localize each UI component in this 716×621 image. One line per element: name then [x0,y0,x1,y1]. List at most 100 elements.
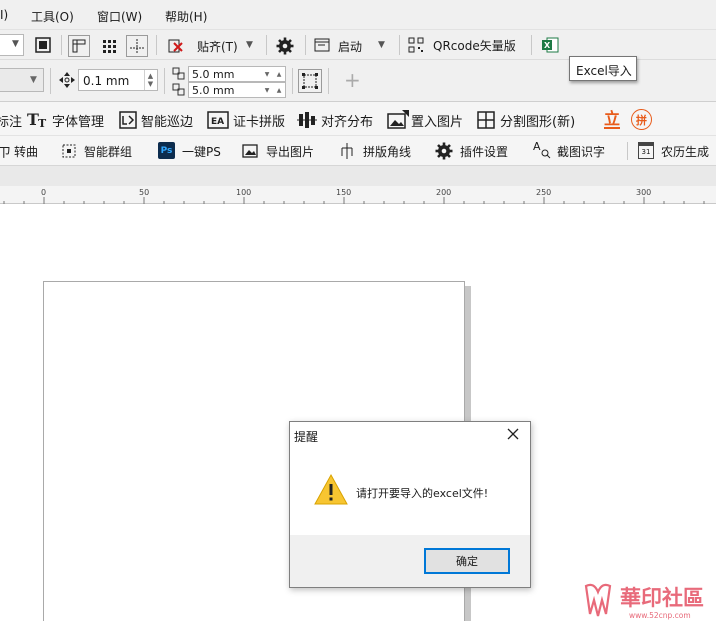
watermark-graphic: 華印社區 www.52cnp.com [584,583,704,620]
split-shape-button[interactable]: 分割图形(新) [500,111,575,130]
plugin-settings-button[interactable]: 插件设置 [460,143,508,160]
ruler-label: 150 [336,188,352,197]
font-manager-icon: TT [27,109,49,129]
separator [328,68,329,94]
warning-icon [314,473,348,507]
place-image-button[interactable]: 置入图片 [411,111,463,130]
ok-button[interactable]: 确定 [424,548,510,574]
snap-off-icon[interactable] [164,35,186,57]
plugin-settings-gear-icon [434,141,454,161]
calendar-icon: 31 [638,142,654,159]
align-distribute-icon [297,110,317,130]
separator [305,35,306,55]
chevron-down-icon[interactable]: ▼ [246,40,253,50]
imposition-icon[interactable]: 拼 [631,109,652,130]
outline-width-value: 0.1 mm [83,74,130,88]
ruler-label: 200 [436,188,452,197]
guidelines-icon[interactable] [126,35,148,57]
smart-trace-button[interactable]: 智能巡边 [141,111,193,130]
separator [399,35,400,55]
outline-width-input[interactable]: 0.1 mm ▲ ▼ [78,69,158,91]
svg-text:www.52cnp.com: www.52cnp.com [629,611,691,620]
dialog-message: 请打开要导入的excel文件! [356,487,489,500]
nudge-icon [58,71,76,89]
bounding-box-icon[interactable] [298,69,322,93]
smart-group-button[interactable]: 智能群组 [84,143,132,160]
reminder-dialog: 提醒 请打开要导入的excel文件! 确定 [289,421,531,588]
menu-bar: I) 工具(O) 窗口(W) 帮助(H) [0,0,716,30]
convert-to-curves-button[interactable]: 转曲 [14,143,38,160]
separator [627,142,628,160]
menu-item-partial[interactable]: I) [0,8,8,22]
id-card-icon: EA [207,110,229,129]
menu-item-help[interactable]: 帮助(H) [165,8,207,25]
ocr-icon: A [533,140,551,160]
outline-width-spinner[interactable]: ▲ ▼ [144,70,156,90]
excel-icon[interactable]: X [540,35,560,55]
svg-text:EA: EA [211,117,224,127]
offset-x-spinner[interactable]: ▼ [261,67,273,81]
grid-icon[interactable] [98,35,120,57]
ruler-label: 100 [236,188,252,197]
photoshop-icon: Ps [158,142,175,159]
qrcode-vector-button[interactable]: QRcode矢量版 [433,37,516,54]
export-image-button[interactable]: 导出图片 [266,143,314,160]
snap-to-menu[interactable]: 贴齐(T) [197,38,238,55]
offset-y-spinner[interactable]: ▼ [261,83,273,97]
export-image-icon [241,142,259,159]
ruler-label: 300 [636,188,652,197]
one-click-ps-button[interactable]: 一键PS [182,143,221,160]
zoom-combo[interactable]: ▼ [0,34,24,56]
full-screen-icon[interactable] [33,35,53,55]
rulers-icon[interactable] [68,35,90,57]
offset-y-value: 5.0 mm [192,84,235,97]
window-icon[interactable] [312,36,332,54]
annotate-button[interactable]: 标注 [0,111,22,130]
toolbar-gap [0,166,716,186]
separator [266,35,267,55]
font-manager-button[interactable]: 字体管理 [52,111,104,130]
menu-item-tools[interactable]: 工具(O) [31,8,74,25]
align-distribute-button[interactable]: 对齐分布 [321,111,373,130]
offset-y-icon [171,83,187,97]
launch-menu[interactable]: 启动 [338,38,362,55]
offset-x-icon [171,67,187,81]
chevron-down-icon: ▼ [30,75,37,85]
ruler-label: 0 [41,188,47,197]
separator [50,68,51,94]
separator [531,35,532,55]
screenshot-ocr-button[interactable]: 截图识字 [557,143,605,160]
smart-trace-icon [118,110,137,129]
gear-icon[interactable] [274,35,296,57]
qrcode-icon[interactable] [406,36,426,54]
ruler-ticks [3,197,705,204]
offset-y-spinner-up[interactable]: ▲ [273,83,285,97]
plugin-toolbar-2: ㄗ 转曲 智能群组 Ps 一键PS 导出图片 拼版角线 插件设置 A 截图识字 … [0,136,716,166]
offset-y-input[interactable]: 5.0 mm ▼ ▲ [188,82,286,98]
offset-x-value: 5.0 mm [192,68,235,81]
smart-group-icon [60,142,78,160]
offset-x-spinner-up[interactable]: ▲ [273,67,285,81]
lunar-calendar-button[interactable]: 农历生成 [661,143,709,160]
imposition-icon-text: 拼 [636,113,647,127]
excel-import-tooltip: Excel导入 [569,56,637,81]
watermark-logo: 華印社區 www.52cnp.com [582,578,716,621]
crop-marks-button[interactable]: 拼版角线 [363,143,411,160]
svg-text:T: T [38,117,47,129]
horizontal-ruler[interactable]: 0 50 100 150 200 250 300 [0,186,716,204]
separator [164,68,165,94]
id-card-layout-button[interactable]: 证卡拼版 [233,111,285,130]
close-icon[interactable] [504,425,522,443]
offset-x-input[interactable]: 5.0 mm ▼ ▲ [188,66,286,82]
calendar-icon-text: 31 [641,148,651,156]
svg-text:華印社區: 華印社區 [620,585,704,610]
chevron-down-icon[interactable]: ▼ [378,40,385,50]
stand-icon[interactable]: 立 [602,110,622,130]
preset-combo[interactable]: ▼ [0,68,44,92]
add-icon[interactable]: + [344,68,361,92]
separator [156,35,157,55]
separator [61,35,62,55]
convert-curve-icon: ㄗ [0,146,12,161]
menu-item-window[interactable]: 窗口(W) [97,8,142,25]
separator [292,68,293,94]
